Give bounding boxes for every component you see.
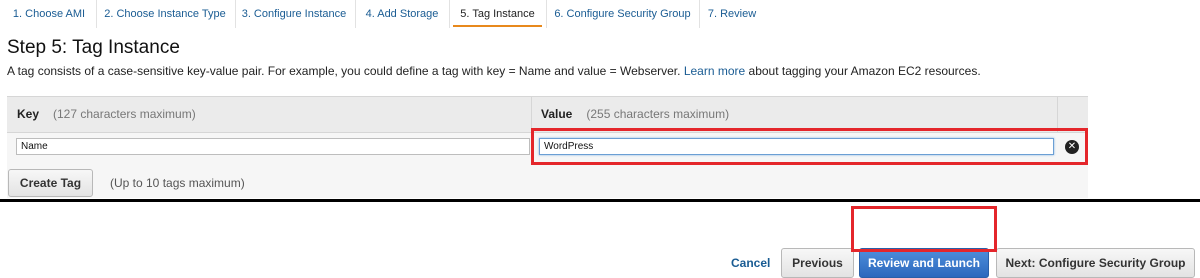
- tab-divider: [96, 0, 97, 28]
- column-divider: [1057, 97, 1058, 132]
- tag-value-input[interactable]: [539, 138, 1054, 155]
- page-title: Step 5: Tag Instance: [7, 37, 180, 58]
- key-header-label: Key: [17, 107, 40, 121]
- highlight-box: [851, 206, 997, 252]
- tab-add-storage[interactable]: 4. Add Storage: [360, 0, 444, 27]
- description-text-end: about tagging your Amazon EC2 resources.: [748, 64, 981, 78]
- tab-review[interactable]: 7. Review: [703, 0, 761, 27]
- remove-tag-icon[interactable]: ✕: [1065, 140, 1079, 154]
- description-text: A tag consists of a case-sensitive key-v…: [7, 64, 681, 78]
- page-description: A tag consists of a case-sensitive key-v…: [7, 64, 981, 78]
- create-tag-hint: (Up to 10 tags maximum): [110, 176, 245, 190]
- tab-tag-instance[interactable]: 5. Tag Instance: [453, 0, 542, 27]
- create-tag-button[interactable]: Create Tag: [8, 169, 93, 197]
- review-and-launch-button[interactable]: Review and Launch: [859, 248, 989, 278]
- value-header-hint: (255 characters maximum): [586, 107, 730, 121]
- table-header: Key (127 characters maximum) Value (255 ch…: [7, 96, 1088, 133]
- tab-configure-security-group[interactable]: 6. Configure Security Group: [550, 0, 695, 27]
- tab-divider: [699, 0, 700, 28]
- tab-divider: [355, 0, 356, 28]
- key-column-header: Key (127 characters maximum): [17, 97, 196, 131]
- tab-divider: [449, 0, 450, 28]
- tab-choose-instance-type[interactable]: 2. Choose Instance Type: [100, 0, 230, 27]
- section-divider: [0, 199, 1200, 202]
- tab-choose-ami[interactable]: 1. Choose AMI: [8, 0, 90, 27]
- cancel-link[interactable]: Cancel: [731, 256, 770, 270]
- value-header-label: Value: [541, 107, 573, 121]
- key-header-hint: (127 characters maximum): [53, 107, 196, 121]
- tab-configure-instance[interactable]: 3. Configure Instance: [238, 0, 350, 27]
- next-configure-security-group-button[interactable]: Next: Configure Security Group: [996, 248, 1195, 278]
- value-column-header: Value (255 characters maximum): [541, 97, 729, 131]
- column-divider: [531, 97, 532, 132]
- tab-divider: [235, 0, 236, 28]
- tag-key-input[interactable]: [16, 138, 530, 155]
- previous-button[interactable]: Previous: [781, 248, 854, 278]
- wizard-tabs: 1. Choose AMI 2. Choose Instance Type 3.…: [0, 0, 1200, 28]
- learn-more-link[interactable]: Learn more: [684, 64, 745, 78]
- tab-divider: [546, 0, 547, 28]
